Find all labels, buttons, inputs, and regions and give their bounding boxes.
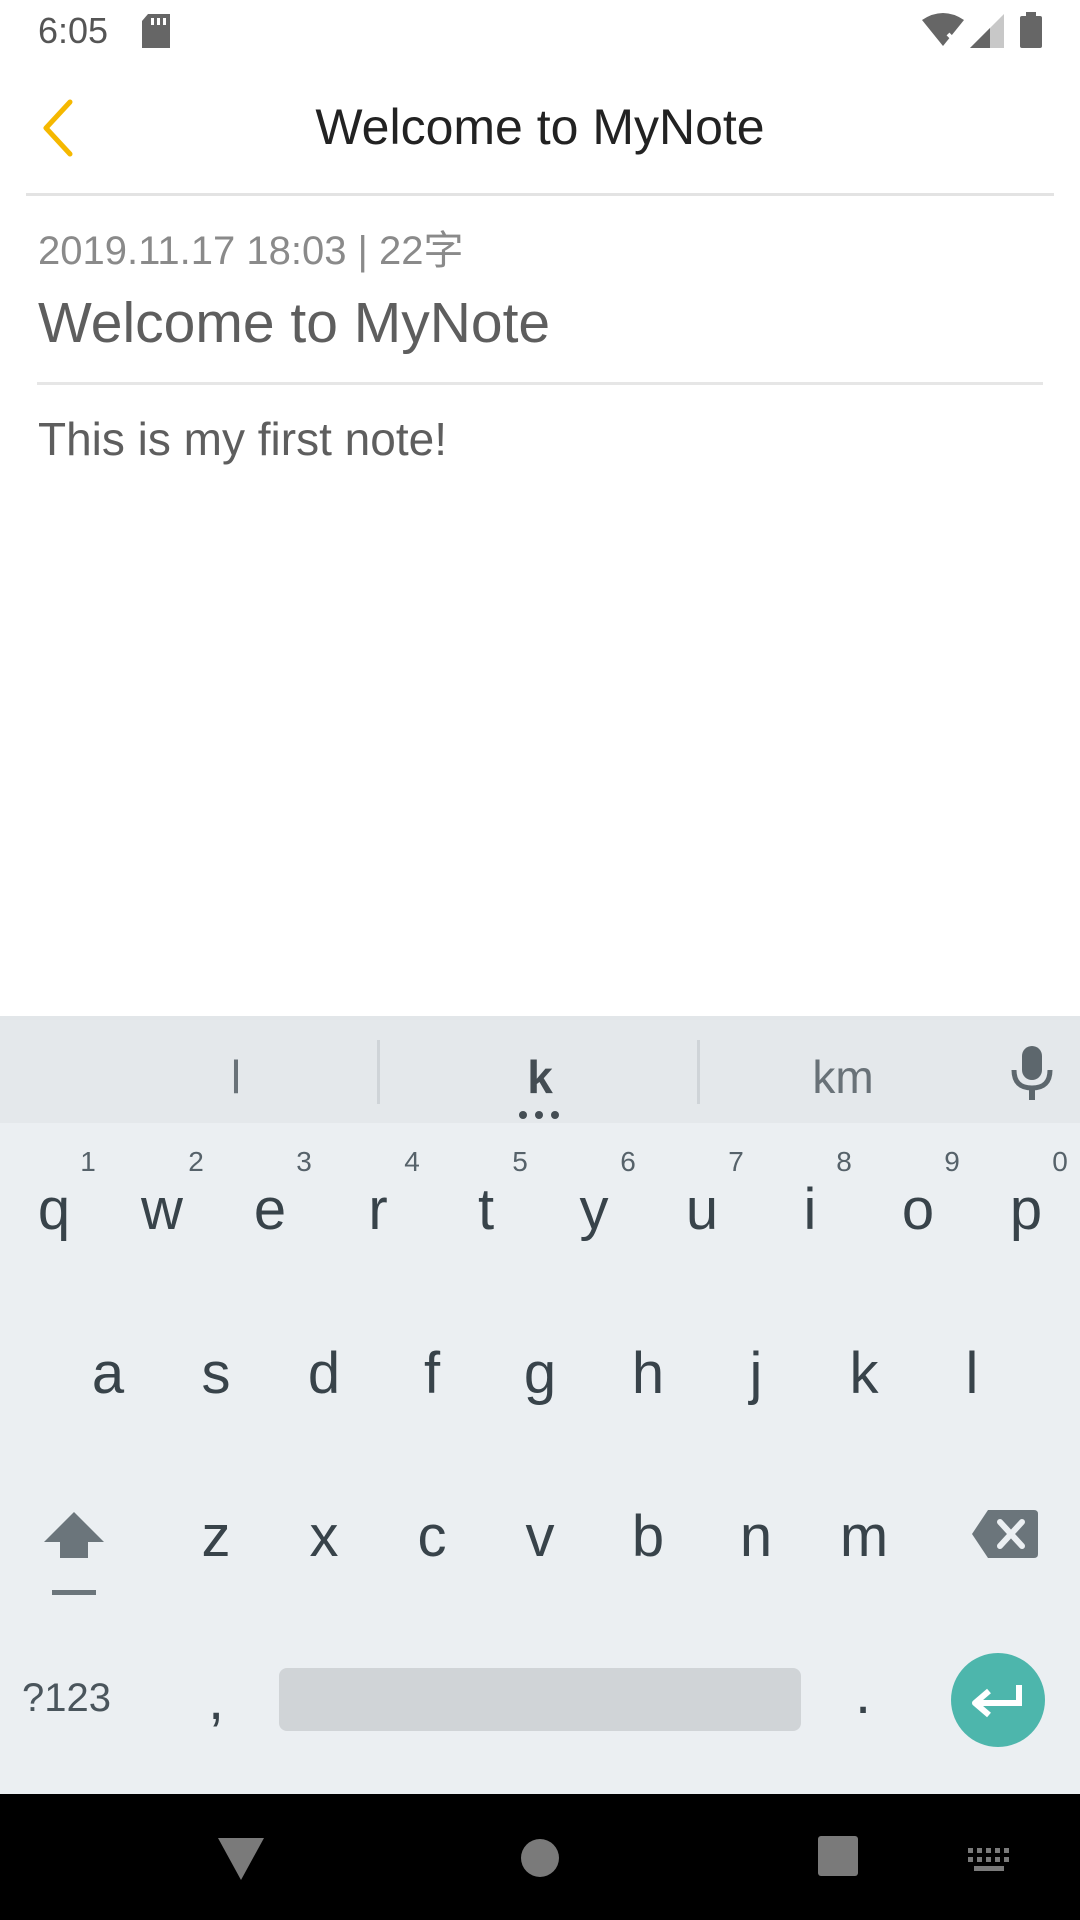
key-hint: 7 [728,1146,744,1177]
enter-icon [972,1685,1022,1718]
backspace-icon[interactable] [972,1510,1038,1558]
key-s[interactable]: s [166,1340,266,1407]
period-key[interactable]: . [813,1660,913,1727]
suggestion-item[interactable]: k [440,1050,640,1104]
key-r[interactable]: r [328,1176,428,1243]
key-hint: 6 [620,1146,636,1177]
sd-card-icon [142,14,170,48]
key-f[interactable]: f [382,1340,482,1407]
key-e[interactable]: e [220,1176,320,1243]
symbols-key[interactable]: ?123 [22,1676,111,1721]
key-hint: 1 [80,1146,96,1177]
nav-home-icon[interactable] [520,1838,560,1878]
key-u[interactable]: u [652,1176,752,1243]
key-x[interactable]: x [274,1503,374,1570]
shift-icon[interactable] [42,1508,106,1598]
comma-key[interactable]: , [166,1666,266,1733]
key-q[interactable]: q [4,1176,104,1243]
note-title-input[interactable] [38,290,1038,356]
key-n[interactable]: n [706,1503,806,1570]
page-title: Welcome to MyNote [315,99,765,155]
key-c[interactable]: c [382,1503,482,1570]
divider [37,382,1043,385]
key-y[interactable]: y [544,1176,644,1243]
key-d[interactable]: d [274,1340,374,1407]
key-o[interactable]: o [868,1176,968,1243]
key-b[interactable]: b [598,1503,698,1570]
space-bar[interactable] [279,1668,801,1731]
key-hint: 2 [188,1146,204,1177]
key-h[interactable]: h [598,1340,698,1407]
battery-icon [1020,12,1042,48]
microphone-icon[interactable] [1010,1046,1054,1102]
suggestion-item[interactable]: km [743,1050,943,1104]
key-j[interactable]: j [706,1340,806,1407]
more-suggestions-icon [519,1111,559,1119]
key-v[interactable]: v [490,1503,590,1570]
key-hint: 8 [836,1146,852,1177]
note-meta: 2019.11.17 18:03 | 22字 [38,229,464,273]
nav-back-icon[interactable] [218,1838,264,1880]
key-w[interactable]: w [112,1176,212,1243]
note-body-input[interactable]: This is my first note! [38,412,447,466]
key-a[interactable]: a [58,1340,158,1407]
status-time: 6:05 [38,10,109,51]
key-p[interactable]: p [976,1176,1076,1243]
divider [26,193,1054,196]
key-hint: 0 [1052,1146,1068,1177]
key-i[interactable]: i [760,1176,860,1243]
key-l[interactable]: l [922,1340,1022,1407]
key-k[interactable]: k [814,1340,914,1407]
suggestion-item[interactable]: l [136,1050,336,1104]
suggestion-divider [697,1040,700,1104]
key-m[interactable]: m [814,1503,914,1570]
key-g[interactable]: g [490,1340,590,1407]
enter-key[interactable] [951,1653,1045,1747]
wifi-off-icon [922,13,964,46]
key-t[interactable]: t [436,1176,536,1243]
signal-icon [970,14,1004,48]
key-hint: 5 [512,1146,528,1177]
key-z[interactable]: z [166,1503,266,1570]
key-hint: 9 [944,1146,960,1177]
suggestion-divider [377,1040,380,1104]
key-hint: 3 [296,1146,312,1177]
keyboard-switch-icon[interactable] [968,1848,1010,1872]
key-hint: 4 [404,1146,420,1177]
nav-recents-icon[interactable] [818,1836,858,1876]
